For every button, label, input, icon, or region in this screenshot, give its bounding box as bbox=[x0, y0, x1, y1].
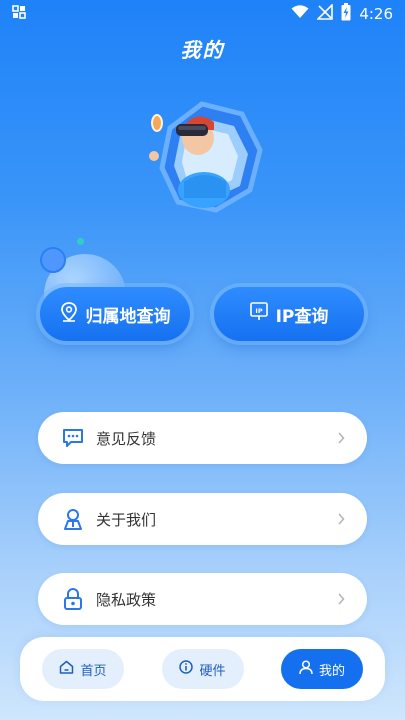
menu-item-feedback[interactable]: 意见反馈 bbox=[38, 412, 367, 464]
location-query-button[interactable]: 归属地查询 bbox=[40, 287, 190, 341]
chevron-right-icon bbox=[337, 510, 345, 529]
menu-item-about-us[interactable]: 关于我们 bbox=[38, 493, 367, 545]
chevron-right-icon bbox=[337, 590, 345, 609]
decorative-bubble-small bbox=[40, 247, 66, 273]
battery-charging-icon bbox=[341, 3, 351, 25]
vr-avatar-illustration bbox=[140, 98, 270, 228]
info-icon bbox=[179, 660, 194, 678]
status-time: 4:26 bbox=[359, 5, 393, 23]
ip-icon: IP bbox=[249, 301, 268, 327]
user-icon bbox=[299, 659, 313, 679]
tab-hardware[interactable]: 硬件 bbox=[161, 649, 244, 689]
home-icon bbox=[59, 660, 74, 678]
privacy-policy-label: 隐私政策 bbox=[96, 590, 157, 609]
svg-text:IP: IP bbox=[255, 307, 262, 315]
page-title: 我的 bbox=[180, 38, 225, 62]
tab-home-label: 首页 bbox=[80, 663, 107, 679]
ip-query-button[interactable]: IP IP查询 bbox=[214, 287, 364, 341]
chevron-right-icon bbox=[337, 429, 345, 448]
tab-home[interactable]: 首页 bbox=[42, 649, 124, 689]
feedback-icon bbox=[62, 427, 84, 449]
status-bar: 4:26 bbox=[0, 0, 405, 28]
feedback-label: 意见反馈 bbox=[96, 429, 157, 448]
tab-mine[interactable]: 我的 bbox=[281, 649, 363, 689]
ip-query-label: IP查询 bbox=[275, 306, 329, 327]
bottom-tab-bar: 首页 硬件 我的 bbox=[20, 637, 385, 701]
notification-grid-icon bbox=[12, 5, 26, 23]
menu-item-privacy-policy[interactable]: 隐私政策 bbox=[38, 573, 367, 625]
lock-icon bbox=[62, 588, 84, 610]
tab-hardware-label: 硬件 bbox=[199, 663, 226, 679]
about-us-icon bbox=[62, 508, 84, 530]
location-pin-icon bbox=[60, 301, 78, 327]
no-signal-icon bbox=[316, 3, 334, 24]
decorative-dot bbox=[77, 238, 84, 245]
about-us-label: 关于我们 bbox=[96, 510, 157, 529]
wifi-icon bbox=[291, 5, 309, 23]
status-right: 4:26 bbox=[291, 3, 393, 25]
status-left bbox=[12, 5, 26, 23]
location-query-label: 归属地查询 bbox=[85, 306, 171, 327]
tab-mine-label: 我的 bbox=[318, 663, 345, 679]
